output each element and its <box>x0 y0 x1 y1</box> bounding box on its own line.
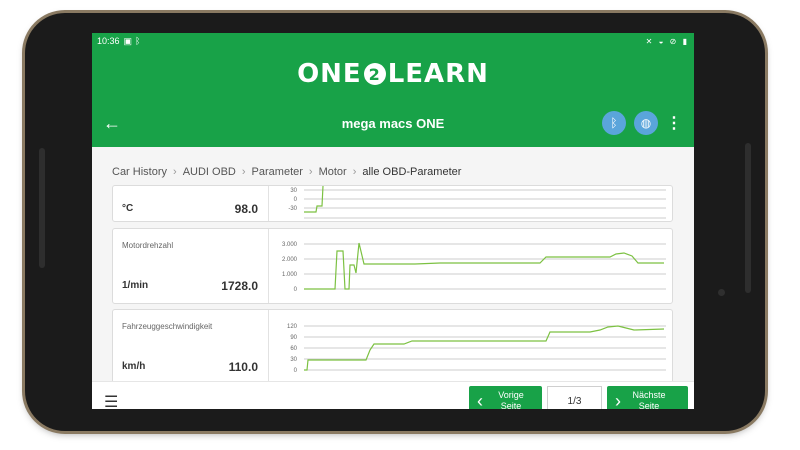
y-tick-label: 120 <box>287 324 298 330</box>
y-tick-label: 2.000 <box>282 257 298 263</box>
y-tick-label: 30 <box>290 188 297 194</box>
status-icons: ✕ ◒ ⊘ ▮ <box>646 37 689 46</box>
parameter-info: °C 98.0 <box>113 186 269 221</box>
parameter-unit: °C <box>122 203 134 214</box>
breadcrumb-parameter[interactable]: Parameter <box>252 166 303 178</box>
breadcrumb-current: alle OBD-Parameter <box>362 166 462 178</box>
more-vert-icon[interactable]: ⋮ <box>666 113 682 133</box>
y-tick-label: 0 <box>294 197 298 203</box>
wifi-icon: ◒ <box>658 36 666 46</box>
y-tick-label: 0 <box>294 368 298 374</box>
chevron-right-icon: › <box>615 390 621 410</box>
y-tick-label: 3.000 <box>282 242 298 248</box>
appbar-actions: ᛒ ◍ ⋮ <box>602 111 694 135</box>
image-icon: ▣ <box>123 35 133 46</box>
globe-button[interactable]: ◍ <box>634 111 658 135</box>
status-time: 10:36 <box>97 36 120 46</box>
parameter-chart: 30 0 -30 <box>288 186 666 219</box>
parameter-info: Fahrzeuggeschwindigkeit km/h 110.0 <box>113 310 269 384</box>
parameter-value: 98.0 <box>234 202 258 216</box>
bluetooth-icon: ᛒ <box>135 36 141 46</box>
chevron-left-icon: ‹ <box>477 390 483 410</box>
chevron-right-icon: › <box>173 166 177 178</box>
parameter-unit: km/h <box>122 361 146 372</box>
logo-part-one: ONE <box>297 59 362 89</box>
chevron-right-icon: › <box>352 166 357 178</box>
y-tick-label: 90 <box>290 335 297 341</box>
prev-page-label: Vorige Seite <box>498 390 524 409</box>
app-logo: ONE 2 LEARN <box>297 59 489 89</box>
tablet-frame: 10:36 ▣ ᛒ ✕ ◒ ⊘ ▮ ONE 2 LEARN ← mega mac… <box>25 13 765 431</box>
next-page-button[interactable]: › Nächste Seite <box>607 386 688 409</box>
chevron-right-icon: › <box>308 166 313 178</box>
parameter-name: Fahrzeuggeschwindigkeit <box>122 322 213 331</box>
rpm-series-line <box>304 242 664 290</box>
parameter-chart: 120 90 60 30 0 <box>287 324 666 374</box>
battery-icon: ▮ <box>682 36 689 46</box>
status-bar: 10:36 ▣ ᛒ ✕ ◒ ⊘ ▮ <box>92 33 694 49</box>
parameter-value: 110.0 <box>228 360 258 374</box>
y-tick-label: 1.000 <box>282 272 298 278</box>
tablet-side-button-left <box>39 148 45 268</box>
logo-two-badge: 2 <box>363 63 386 85</box>
dnd-icon: ⊘ <box>669 36 679 46</box>
breadcrumb-motor[interactable]: Motor <box>319 166 347 178</box>
parameter-name: Motordrehzahl <box>122 241 174 250</box>
y-tick-label: 60 <box>290 346 297 352</box>
bluetooth-icon: ᛒ <box>610 116 618 130</box>
y-tick-label: -30 <box>288 206 297 212</box>
chevron-right-icon: › <box>241 166 246 178</box>
breadcrumb-audi-obd[interactable]: AUDI OBD <box>183 166 236 178</box>
bottom-bar: ☰ ‹ Vorige Seite 1/3 › Nächste Seite <box>92 381 694 409</box>
parameter-card-rpm[interactable]: Motordrehzahl 1/min 1728.0 3.000 2.000 1… <box>112 228 673 304</box>
tablet-side-button-right <box>745 143 751 293</box>
parameter-info: Motordrehzahl 1/min 1728.0 <box>113 229 269 303</box>
tablet-camera <box>718 289 725 296</box>
app-screen: 10:36 ▣ ᛒ ✕ ◒ ⊘ ▮ ONE 2 LEARN ← mega mac… <box>92 33 694 409</box>
parameter-value: 1728.0 <box>221 279 258 293</box>
prev-page-button[interactable]: ‹ Vorige Seite <box>469 386 542 409</box>
next-page-label: Nächste Seite <box>632 390 666 409</box>
y-tick-label: 0 <box>294 287 298 293</box>
breadcrumb-car-history[interactable]: Car History <box>112 166 167 178</box>
app-bar: ← mega macs ONE ᛒ ◍ ⋮ <box>92 99 694 147</box>
globe-icon: ◍ <box>640 116 652 130</box>
parameter-unit: 1/min <box>122 280 149 291</box>
logo-part-learn: LEARN <box>387 59 489 89</box>
mute-icon: ✕ <box>645 36 655 46</box>
y-tick-label: 30 <box>290 357 297 363</box>
logo-band: ONE 2 LEARN <box>92 49 694 99</box>
page-indicator: 1/3 <box>547 386 602 409</box>
parameter-card-temperature[interactable]: °C 98.0 30 0 -30 <box>112 185 673 222</box>
bluetooth-button[interactable]: ᛒ <box>602 111 626 135</box>
hamburger-menu-icon[interactable]: ☰ <box>104 392 118 409</box>
back-arrow-icon[interactable]: ← <box>92 113 132 134</box>
parameter-card-speed[interactable]: Fahrzeuggeschwindigkeit km/h 110.0 120 9… <box>112 309 673 385</box>
parameter-chart: 3.000 2.000 1.000 0 <box>282 242 666 293</box>
breadcrumb: Car History › AUDI OBD › Parameter › Mot… <box>112 166 461 178</box>
